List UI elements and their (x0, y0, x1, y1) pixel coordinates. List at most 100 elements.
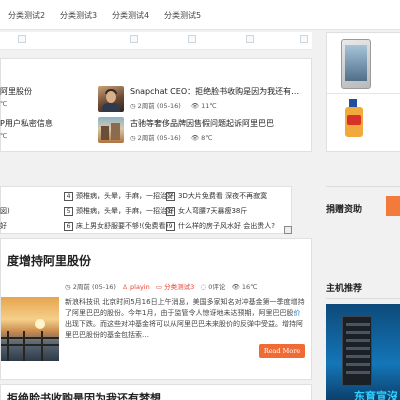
ticker-item[interactable]: 6 床上男女舒服要不够!(免费看) (64, 221, 168, 231)
eye-icon: 👁 (190, 102, 200, 110)
strip-thumbnail[interactable] (246, 35, 254, 43)
ticker-item[interactable]: 好 (0, 221, 7, 231)
ad-text: 东育宣沒 (354, 390, 398, 400)
news-title[interactable]: Snapchat CEO：拒绝脸书收购是因为我还有… (130, 86, 299, 97)
nav-item-category-5[interactable]: 分类测试5 (164, 10, 201, 21)
rank-badge: 9 (166, 222, 175, 231)
server-slot (346, 339, 370, 342)
article-meta: ◷ 2周前 (05-16) ♙ playin ▭ 分类测试3 ◌ 0评论 👁 1… (65, 281, 257, 291)
news-title[interactable]: 古驰等奢侈品牌因售假问题起诉阿里巴巴 (130, 118, 274, 129)
divider (326, 186, 400, 187)
ticker-item[interactable]: 7 3D大片免费看 深夜不再寂寞 (166, 191, 267, 201)
server-slot (346, 323, 370, 326)
building-shape (111, 123, 120, 140)
strip-thumbnail[interactable] (300, 35, 308, 43)
excerpt-text: 出现下跌。而这些对冲基金将可以从阿里巴巴未来股价的反弹中受益。增持阿里巴巴股份的… (65, 320, 303, 339)
bottle-label (347, 115, 361, 125)
donate-tab[interactable] (386, 196, 400, 216)
article-image[interactable] (1, 297, 59, 361)
news-temp: 11℃ (201, 102, 217, 110)
article-title[interactable]: 拒绝脸书收购是因为我还有梦想 (7, 390, 161, 400)
server-slot (346, 331, 370, 334)
rank-badge: 4 (64, 192, 73, 201)
news-thumbnail-mall[interactable] (98, 117, 124, 143)
ticker-item[interactable]: 9 什么样的房子风水好 会出贵人? (166, 221, 275, 231)
nav-item-category-2[interactable]: 分类测试2 (8, 10, 45, 21)
news-thumbnail-person[interactable] (98, 86, 124, 112)
ticker-item[interactable]: 8 女人弯腰7天暴瘦38斤 (166, 206, 247, 216)
rank-badge: 5 (64, 207, 73, 216)
server-slot (346, 363, 370, 366)
user-icon: ♙ (122, 283, 131, 291)
nav-item-category-4[interactable]: 分类测试4 (112, 10, 149, 21)
article-author[interactable]: playin (130, 283, 150, 291)
excerpt-text: 新浪科技讯 北京时间5月16日上午消息，美国多家知名对冲基金第一季度增持了阿里巴… (65, 298, 305, 317)
article-temp: 16℃ (241, 283, 258, 291)
product-widget (326, 32, 400, 152)
spray-product-image[interactable] (343, 99, 365, 139)
article-excerpt: 新浪科技讯 北京时间5月16日上午消息，美国多家知名对冲基金第一季度增持了阿里巴… (65, 297, 307, 341)
server-slot (346, 355, 370, 358)
strip-thumbnail[interactable] (18, 35, 26, 43)
ticker-text: 床上男女舒服要不够!(免费看) (76, 222, 169, 230)
news-temp: ℃ (0, 100, 8, 108)
news-temp: ℃ (0, 132, 8, 140)
eye-icon: 👁 (231, 283, 242, 291)
article-card: 度增持阿里股份 ◷ 2周前 (05-16) ♙ playin ▭ 分类测试3 ◌… (0, 238, 312, 380)
ticker-item[interactable]: 図) (0, 206, 10, 216)
clock-icon: ◷ (65, 283, 73, 291)
article-title[interactable]: 度增持阿里股份 (7, 252, 91, 269)
article-card: 拒绝脸书收购是因为我还有梦想 (0, 384, 312, 400)
rank-badge: 6 (64, 222, 73, 231)
article-comments[interactable]: 0评论 (208, 283, 225, 291)
donate-heading: 捐赠资助 (326, 205, 363, 215)
phone-product-image[interactable] (341, 39, 371, 89)
top-nav: 分类测试2 分类测试3 分类测试4 分类测试5 (0, 0, 400, 30)
building-shape (101, 126, 109, 140)
excerpt-link[interactable]: 价 (293, 309, 300, 317)
server-slot (346, 347, 370, 350)
hosting-heading: 主机推荐 (326, 284, 363, 294)
sunset-sun (35, 319, 45, 329)
news-title[interactable]: P用户私密信息 (0, 118, 53, 129)
nav-item-category-3[interactable]: 分类测试3 (60, 10, 97, 21)
ticker-text: 颈椎病，头晕，手麻，一招治好 (76, 192, 174, 200)
person-face (106, 91, 116, 103)
clock-icon: ◷ (130, 134, 136, 142)
news-title[interactable]: 阿里股份 (0, 86, 32, 97)
ticker-text: 女人弯腰7天暴瘦38斤 (178, 207, 248, 215)
strip-thumbnail[interactable] (130, 35, 138, 43)
ticker-text: 什么样的房子风水好 会出贵人? (178, 222, 275, 230)
read-more-button[interactable]: Read More (259, 344, 305, 358)
divider (327, 93, 400, 94)
ticker-text: 颈椎病，头晕，手麻，一招治好 (76, 207, 174, 215)
news-date: 2周前 (05-16) (137, 134, 181, 142)
news-temp: 8℃ (201, 134, 213, 142)
pier-post (7, 331, 9, 361)
ticker-item[interactable]: 4 颈椎病，头晕，手麻，一招治好 (64, 191, 174, 201)
news-meta: ◷ 2周前 (05-16) 👁 11℃ (130, 100, 217, 110)
pier-rail (1, 344, 59, 346)
rank-badge: 8 (166, 207, 175, 216)
ticker-text: 3D大片免费看 深夜不再寂寞 (178, 192, 268, 200)
article-date: 2周前 (05-16) (72, 283, 116, 291)
phone-screen (345, 45, 367, 81)
server-rack (342, 316, 372, 386)
thumbnail-strip (0, 32, 312, 50)
news-meta: ◷ 2周前 (05-16) 👁 8℃ (130, 132, 213, 142)
clock-icon: ◷ (130, 102, 136, 110)
pier-post (23, 331, 25, 361)
rank-badge: 7 (166, 192, 175, 201)
divider (326, 298, 400, 299)
news-date: 2周前 (05-16) (137, 102, 181, 110)
bottle-cap (349, 99, 357, 107)
server-slot (346, 371, 370, 374)
article-category[interactable]: 分类测试3 (164, 283, 194, 291)
folder-icon: ▭ (155, 283, 165, 291)
strip-thumbnail[interactable] (188, 35, 196, 43)
person-shirt (102, 103, 120, 112)
ticker-item[interactable]: 5 颈椎病，头晕，手麻，一招治好 (64, 206, 174, 216)
pier-rail (1, 337, 59, 339)
ad-close-icon[interactable] (284, 226, 292, 234)
hosting-ad-banner[interactable]: 东育宣沒 (326, 304, 400, 400)
